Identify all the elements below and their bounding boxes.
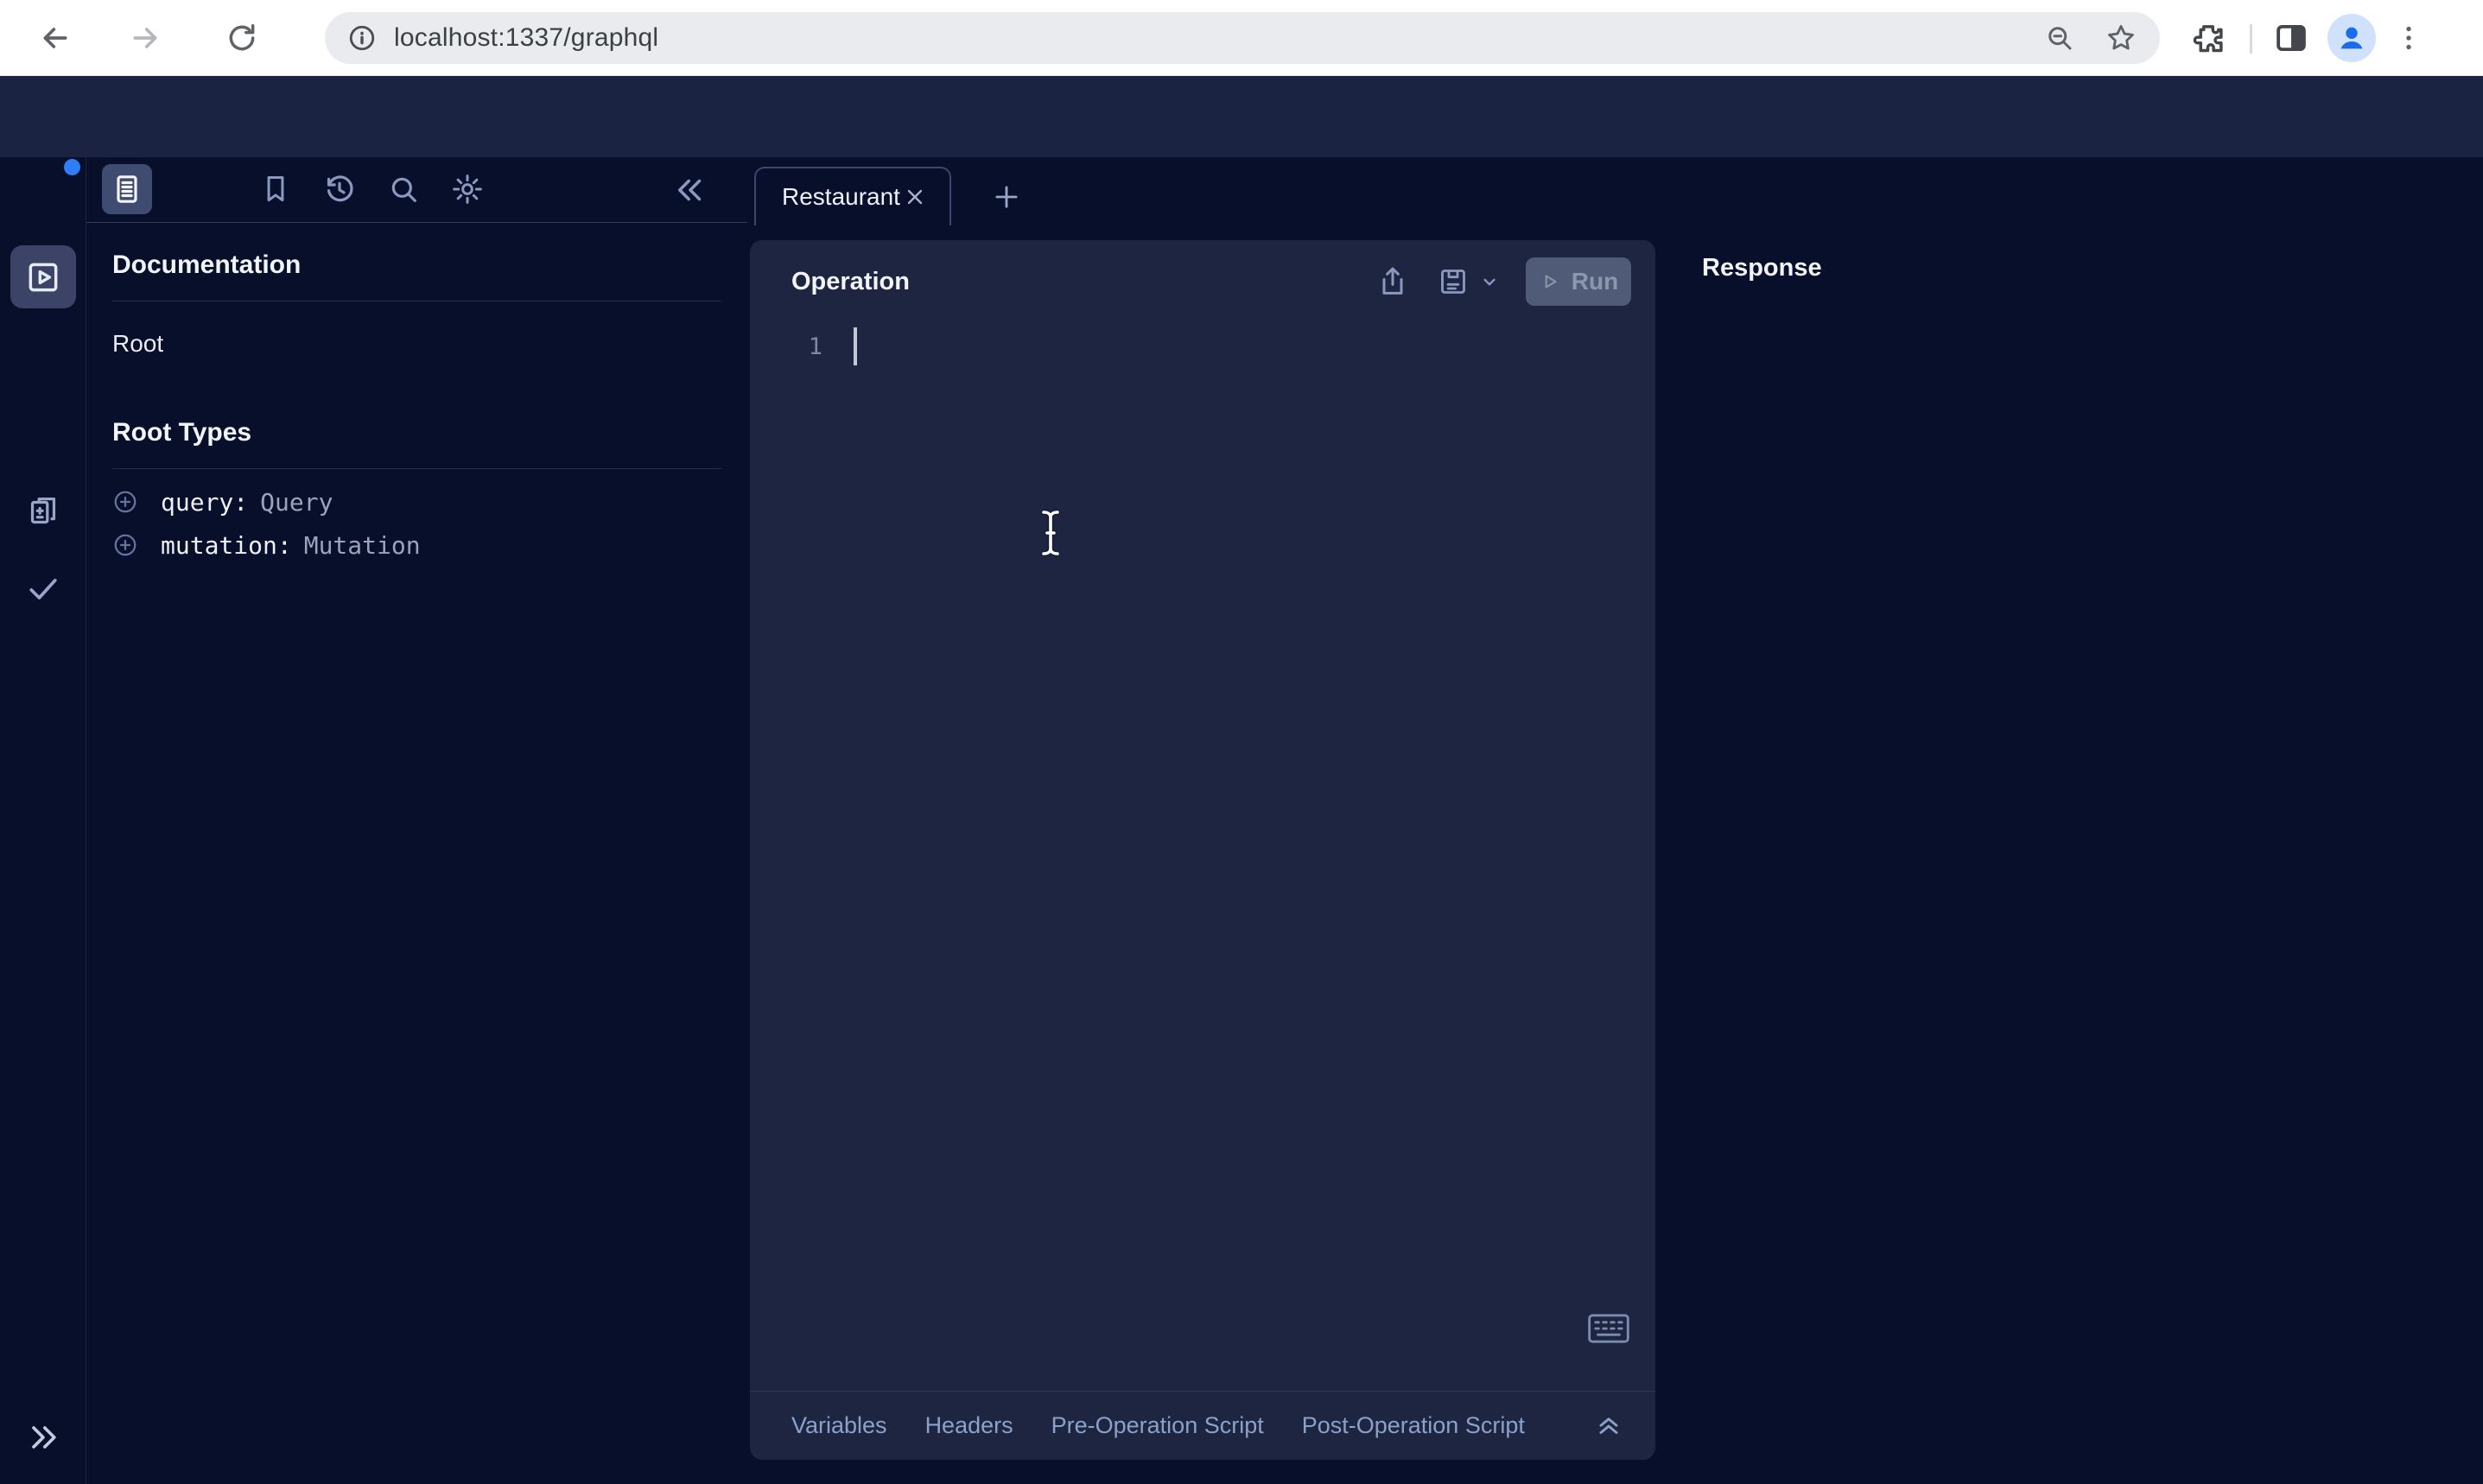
left-rail [0, 157, 86, 1484]
operation-panel: Operation Run 1 [750, 240, 1655, 1460]
rail-notification-dot [64, 159, 80, 175]
keyboard-shortcuts-icon[interactable] [1586, 1311, 1631, 1346]
checks-icon[interactable] [22, 568, 64, 610]
app-shell: Documentation Root Root Types query: Que… [0, 157, 2483, 1484]
browser-toolbar: localhost:1337/graphql [0, 0, 2483, 76]
browser-profile-avatar[interactable] [2327, 14, 2376, 62]
field-name[interactable]: query: [161, 488, 248, 517]
documentation-panel: Documentation Root Root Types query: Que… [86, 157, 747, 1484]
bookmark-icon[interactable] [256, 169, 295, 209]
doc-list-icon[interactable] [102, 164, 152, 214]
expand-rail-icon[interactable] [21, 1415, 66, 1460]
response-title: Response [1702, 254, 1822, 282]
response-panel: Response [1655, 157, 2483, 1484]
menu-kebab-icon[interactable] [2388, 17, 2429, 59]
tab-restaurant[interactable]: Restaurant [754, 167, 951, 225]
operation-column: Restaurant Operation [747, 157, 1655, 1484]
star-icon[interactable] [2105, 22, 2137, 54]
share-icon[interactable] [1374, 263, 1412, 301]
divider [112, 468, 721, 469]
tab-pre-operation-script[interactable]: Pre-Operation Script [1051, 1412, 1264, 1439]
back-icon[interactable] [36, 19, 74, 57]
tab-headers[interactable]: Headers [925, 1412, 1013, 1439]
plus-circle-icon[interactable] [112, 489, 138, 515]
chevron-down-icon[interactable] [1477, 270, 1502, 294]
apollo-header: A SANDBOX http://localhost:1337/gra… Pub… [0, 76, 2483, 157]
operation-editor[interactable]: 1 [750, 327, 1655, 366]
documentation-toolbar [86, 157, 747, 223]
address-bar[interactable]: localhost:1337/graphql [325, 12, 2160, 64]
zoom-out-icon[interactable] [2044, 22, 2075, 54]
close-icon[interactable] [901, 183, 929, 211]
explorer-tab-active[interactable] [10, 245, 76, 308]
tab-variables[interactable]: Variables [791, 1412, 887, 1439]
run-button[interactable]: Run [1526, 257, 1631, 306]
field-query[interactable]: query: Query [112, 487, 333, 517]
field-type-link[interactable]: Query [260, 488, 333, 517]
url-text[interactable]: localhost:1337/graphql [394, 23, 2015, 53]
search-icon[interactable] [384, 169, 423, 209]
collapse-docs-icon[interactable] [671, 171, 709, 209]
toolbar-divider [2250, 24, 2252, 54]
settings-gear-icon[interactable] [448, 169, 487, 209]
reload-icon[interactable] [223, 19, 261, 57]
forward-icon[interactable] [126, 19, 164, 57]
run-play-icon [1539, 270, 1561, 293]
new-tab-icon[interactable] [987, 178, 1026, 216]
text-caret [854, 327, 857, 365]
save-icon[interactable] [1434, 263, 1472, 301]
field-type-link[interactable]: Mutation [304, 531, 421, 560]
extensions-icon[interactable] [2188, 17, 2229, 59]
history-icon[interactable] [320, 169, 359, 209]
side-panel-icon[interactable] [2270, 17, 2312, 59]
operation-footer: Variables Headers Pre-Operation Script P… [750, 1391, 1655, 1460]
root-types-title: Root Types [112, 418, 251, 447]
doc-root-item[interactable]: Root [112, 330, 163, 358]
operation-title: Operation [791, 268, 1351, 296]
field-name[interactable]: mutation: [161, 531, 292, 560]
line-number: 1 [750, 333, 822, 360]
changelog-icon[interactable] [22, 491, 64, 532]
field-mutation[interactable]: mutation: Mutation [112, 530, 421, 560]
operation-header: Operation Run [750, 240, 1655, 323]
tab-label: Restaurant [782, 183, 901, 211]
tab-post-operation-script[interactable]: Post-Operation Script [1302, 1412, 1525, 1439]
collapse-up-icon[interactable] [1591, 1406, 1626, 1441]
text-cursor-icon [1035, 508, 1066, 558]
documentation-title: Documentation [112, 251, 301, 280]
plus-circle-icon[interactable] [112, 532, 138, 558]
site-info-icon[interactable] [347, 23, 377, 53]
